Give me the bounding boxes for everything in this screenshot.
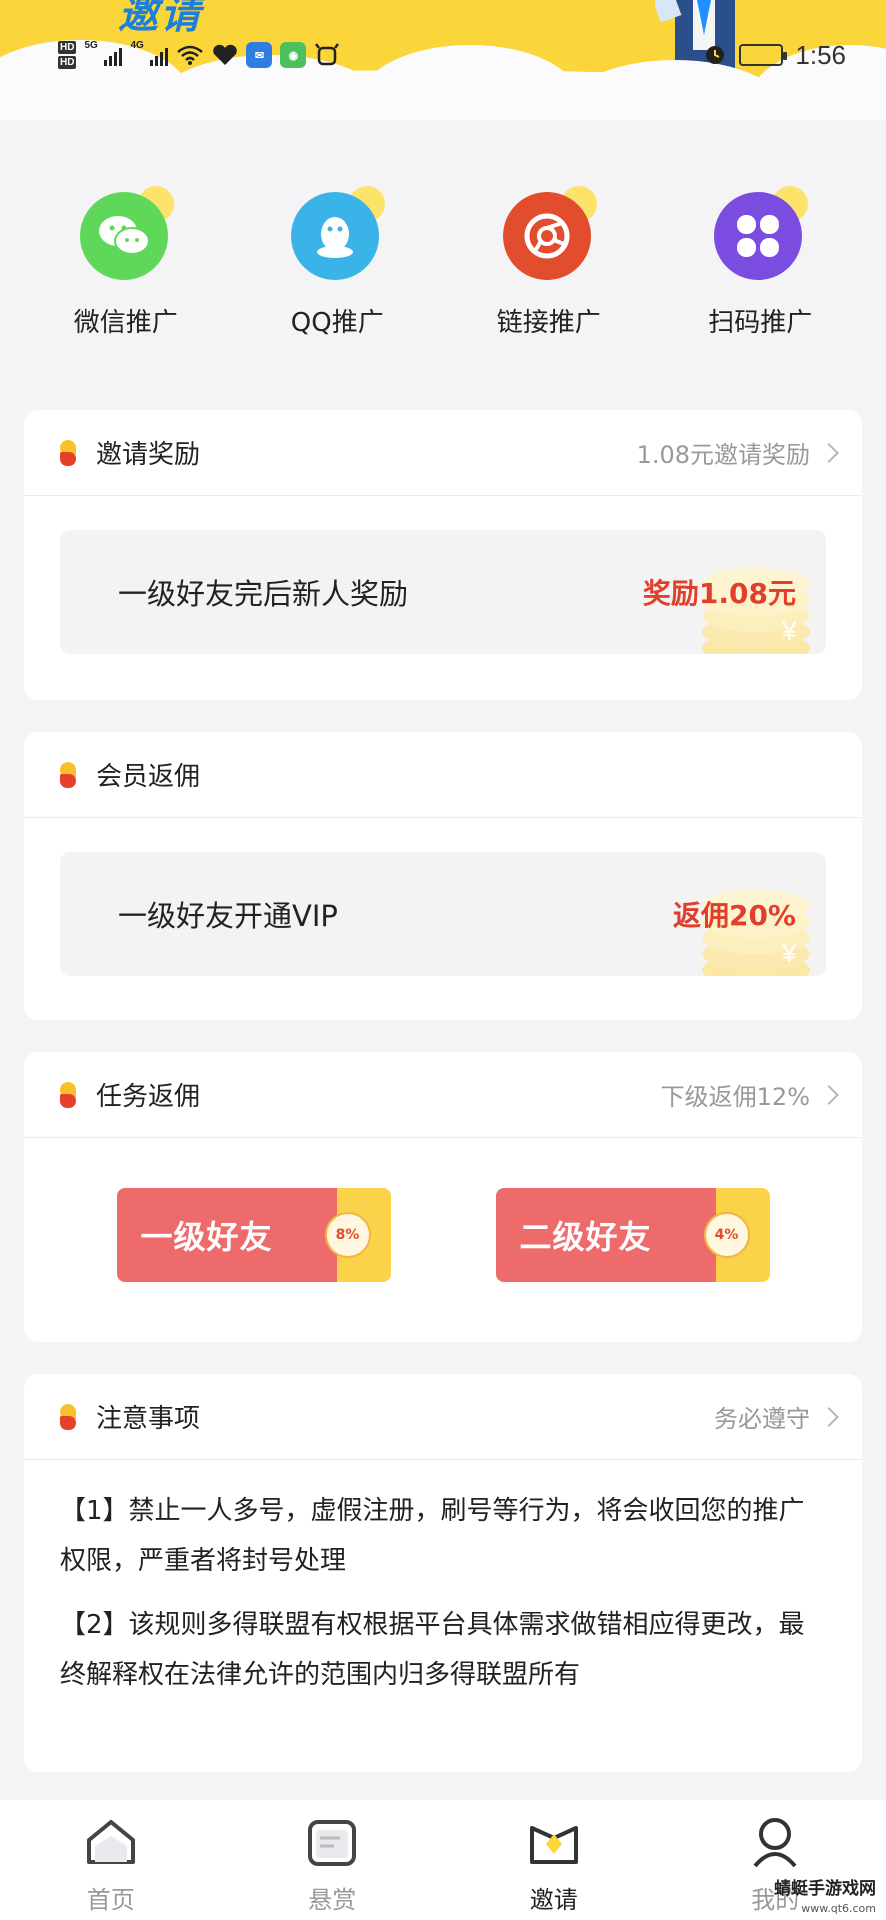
share-label: 微信推广 [73,308,178,338]
tab-label: 邀请 [529,1886,578,1914]
reward-description: 一级好友完后新人奖励 [118,577,409,611]
share-label: QQ推广 [290,308,384,338]
svg-text:¥: ¥ [781,938,797,968]
link-icon [502,192,591,280]
ticket-label: 二级好友 [495,1188,716,1282]
section-marker-icon [60,1081,76,1108]
card-header: 任务返佣 下级返佣12% [24,1052,862,1138]
top-banner: 邀请 HD HD 5G 4G ✉ ◉ 1:56 [0,0,886,120]
link-share-button[interactable]: 链接推广 [459,180,639,350]
invite-reward-card: 邀请奖励 1.08元邀请奖励 一级好友完后新人奖励 奖励1.08元 ¥ [24,410,862,700]
tab-reward[interactable]: 悬赏 [262,1814,402,1915]
task-commission-card: 任务返佣 下级返佣12% 一级好友 8% 二级好友 4% [24,1052,862,1342]
tab-invite[interactable]: 邀请 [484,1814,624,1915]
status-bar: HD HD 5G 4G ✉ ◉ 1:56 [0,30,886,80]
section-marker-icon [60,1403,76,1430]
hd-badges: HD HD [58,41,77,69]
qq-share-button[interactable]: QQ推广 [247,180,427,350]
reward-description: 一级好友开通VIP [118,899,338,933]
ticket-label: 一级好友 [116,1188,337,1282]
share-methods: 微信推广 QQ推广 链接推广 扫码推广 [0,180,886,350]
clock: 1:56 [795,39,846,70]
card-title: 任务返佣 [96,1082,201,1112]
notes-detail-link[interactable]: 务必遵守 [714,1399,842,1434]
card-header: 邀请奖励 1.08元邀请奖励 [24,410,862,496]
tab-home[interactable]: 首页 [41,1814,181,1915]
section-marker-icon [60,439,76,466]
site-watermark: 蜻蜓手游戏网 www.qt6.com [774,1879,876,1916]
app-notification-icon [315,43,340,66]
wechat-share-button[interactable]: 微信推广 [36,180,216,350]
second-level-friend-ticket[interactable]: 二级好友 4% [495,1188,770,1282]
heart-health-icon [213,44,238,65]
svg-text:¥: ¥ [781,616,797,646]
first-level-friend-ticket[interactable]: 一级好友 8% [116,1188,391,1282]
share-label: 扫码推广 [708,308,813,338]
reward-amount: 奖励1.08元 [642,577,796,610]
section-marker-icon [60,761,76,788]
card-header: 会员返佣 [24,732,862,818]
share-label: 链接推广 [496,308,601,338]
chevron-right-icon [819,1084,839,1105]
signal-4g-icon: 4G [130,40,169,66]
qr-scan-icon [714,192,803,280]
notes-list: 【1】禁止一人多号，虚假注册，刷号等行为，将会收回您的推广权限，严重者将封号处理… [24,1460,862,1700]
reward-row: 一级好友完后新人奖励 奖励1.08元 ¥ [60,530,826,654]
battery-icon [739,44,788,66]
signal-5g-icon: 5G [84,40,123,66]
ticket-rate: 4% [703,1212,750,1258]
note-item: 【1】禁止一人多号，虚假注册，刷号等行为，将会收回您的推广权限，严重者将封号处理 [60,1496,805,1576]
note-item: 【2】该规则多得联盟有权根据平台具体需求做错相应得更改，最终解释权在法律允许的范… [60,1610,805,1690]
alarm-icon [706,46,725,64]
chevron-right-icon [819,1406,839,1427]
app-notification-icon: ◉ [280,42,307,68]
tab-label: 悬赏 [308,1886,357,1914]
tab-label: 首页 [86,1886,135,1914]
home-icon [86,1820,135,1864]
notes-card: 注意事项 务必遵守 【1】禁止一人多号，虚假注册，刷号等行为，将会收回您的推广权… [24,1374,862,1772]
card-title: 邀请奖励 [96,440,201,470]
invite-reward-detail-link[interactable]: 1.08元邀请奖励 [637,435,842,470]
card-title: 注意事项 [96,1404,201,1434]
card-header: 注意事项 务必遵守 [24,1374,862,1460]
reward-amount: 返佣20% [672,899,796,932]
wifi-icon [177,45,204,65]
ticket-rate: 8% [324,1212,371,1258]
qr-share-button[interactable]: 扫码推广 [670,180,850,350]
member-commission-card: 会员返佣 一级好友开通VIP 返佣20% ¥ [24,732,862,1020]
task-commission-detail-link[interactable]: 下级返佣12% [661,1077,842,1112]
chevron-right-icon [819,442,839,463]
card-title: 会员返佣 [96,762,201,792]
profile-icon [753,1818,797,1868]
reward-row: 一级好友开通VIP 返佣20% ¥ [60,852,826,976]
qq-icon [291,192,380,280]
wechat-icon [79,192,168,280]
invite-icon [529,1826,578,1864]
commission-tickets: 一级好友 8% 二级好友 4% [24,1138,862,1282]
app-notification-icon: ✉ [246,42,273,68]
reward-doc-icon [308,1820,357,1866]
